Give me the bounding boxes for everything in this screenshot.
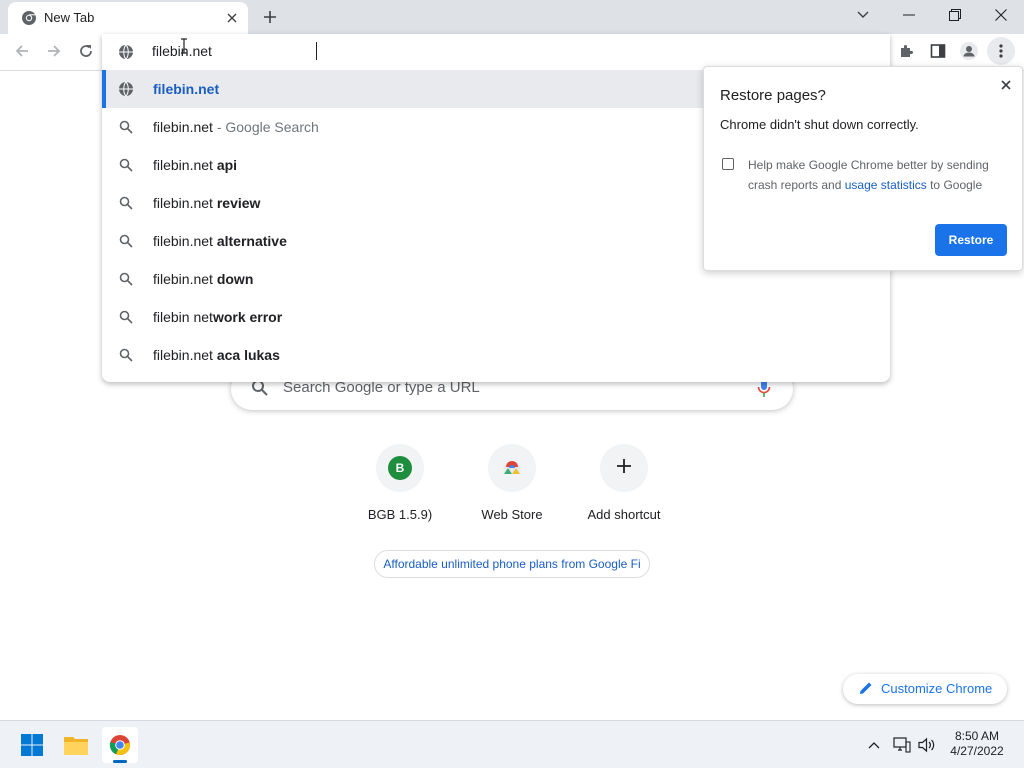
restore-button[interactable]: Restore [935, 224, 1007, 256]
taskbar: 8:50 AM 4/27/2022 [0, 720, 1024, 768]
search-icon [118, 157, 134, 173]
minimize-icon[interactable] [886, 0, 932, 30]
search-icon [118, 195, 134, 211]
promo-link[interactable]: Affordable unlimited phone plans from Go… [374, 550, 650, 578]
shortcut-label: BGB 1.5.9) [367, 507, 433, 522]
tab-search-icon[interactable] [840, 0, 886, 30]
shortcut-badge: B [388, 456, 412, 480]
back-icon[interactable] [8, 37, 36, 65]
suggestion-text: filebin.net - Google Search [153, 119, 319, 135]
windows-start-icon[interactable] [14, 727, 50, 763]
suggestion-text: filebin network error [153, 309, 283, 325]
suggestion-text: filebin.net [153, 81, 220, 97]
shortcut-add[interactable]: Add shortcut [568, 444, 680, 534]
plus-icon [616, 458, 632, 479]
new-tab-button[interactable] [256, 4, 284, 30]
shortcut-label: Web Store [481, 507, 543, 522]
bubble-title: Restore pages? [720, 87, 826, 104]
chrome-taskbar-icon[interactable] [102, 727, 138, 763]
suggestion-text: filebin.net aca lukas [153, 347, 280, 363]
crash-report-text: Help make Google Chrome better by sendin… [748, 158, 989, 192]
web-store-icon [501, 457, 523, 480]
suggestion-search[interactable]: filebin.net aca lukas [102, 336, 890, 374]
extensions-icon[interactable] [892, 37, 920, 65]
volume-icon[interactable] [917, 735, 937, 755]
suggestion-text: filebin.net down [153, 271, 254, 287]
omnibox[interactable] [102, 34, 890, 70]
search-icon [118, 309, 134, 325]
clock-time: 8:50 AM [954, 729, 1000, 743]
usage-statistics-link[interactable]: usage statistics [845, 178, 927, 192]
reload-icon[interactable] [72, 37, 100, 65]
search-icon [118, 119, 134, 135]
suggestion-search[interactable]: filebin network error [102, 298, 890, 336]
restore-pages-bubble: Restore pages? Chrome didn't shut down c… [703, 66, 1023, 271]
restore-window-icon[interactable] [932, 0, 978, 30]
bubble-close-icon[interactable] [996, 75, 1016, 95]
side-panel-icon[interactable] [924, 37, 952, 65]
ibeam-cursor-icon [180, 38, 188, 58]
tab-new-tab[interactable]: New Tab [8, 2, 248, 34]
search-icon [118, 233, 134, 249]
shortcut-web-store[interactable]: Web Store [456, 444, 568, 534]
bubble-message: Chrome didn't shut down correctly. [720, 117, 919, 132]
pencil-icon [859, 681, 873, 700]
suggestion-text: filebin.net review [153, 195, 261, 211]
shortcut-label: Add shortcut [587, 507, 661, 522]
crash-report-checkbox[interactable] [722, 158, 734, 170]
file-explorer-icon[interactable] [58, 727, 94, 763]
customize-chrome-button[interactable]: Customize Chrome [843, 674, 1007, 704]
tab-strip: New Tab [0, 0, 1024, 34]
chevron-up-icon[interactable] [864, 735, 884, 755]
search-icon [118, 347, 134, 363]
tab-close-icon[interactable] [220, 6, 244, 30]
search-icon [118, 271, 134, 287]
profile-icon[interactable] [955, 37, 983, 65]
clock-date: 4/27/2022 [950, 744, 1004, 758]
search-icon [251, 379, 269, 402]
globe-icon [118, 44, 134, 65]
suggestion-text: filebin.net alternative [153, 233, 287, 249]
network-icon[interactable] [892, 735, 912, 755]
forward-icon[interactable] [40, 37, 68, 65]
close-window-icon[interactable] [978, 0, 1024, 30]
customize-chrome-label: Customize Chrome [881, 681, 993, 696]
chrome-icon [21, 10, 37, 26]
globe-icon [118, 81, 134, 97]
text-caret [316, 42, 317, 60]
tab-title: New Tab [44, 10, 95, 25]
omnibox-input[interactable] [152, 43, 752, 59]
suggestion-text: filebin.net api [153, 157, 238, 173]
menu-icon[interactable] [987, 37, 1015, 65]
shortcut-bgb[interactable]: B BGB 1.5.9) [344, 444, 456, 534]
taskbar-clock[interactable]: 8:50 AM 4/27/2022 [942, 729, 1012, 759]
